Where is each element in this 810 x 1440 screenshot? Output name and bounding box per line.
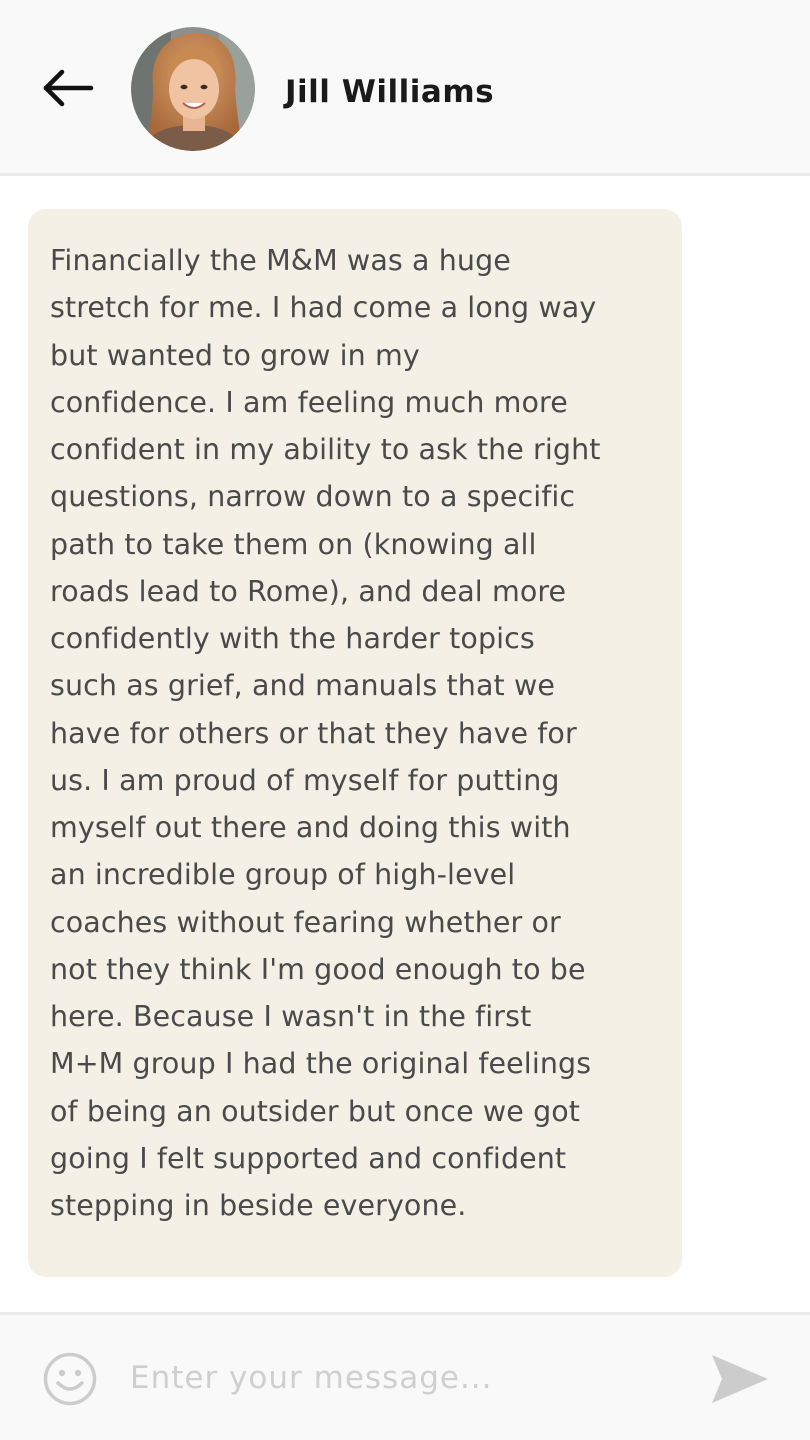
contact-avatar[interactable] [131, 27, 255, 151]
arrow-left-icon [43, 69, 94, 107]
message-composer [0, 1312, 810, 1440]
emoji-button[interactable] [42, 1351, 98, 1407]
message-list[interactable]: Financially the M&M was a huge stretch f… [0, 176, 810, 1312]
contact-avatar-photo [131, 27, 255, 151]
smiley-face-icon [43, 1352, 97, 1406]
chat-header: Jill Williams [0, 0, 810, 176]
send-arrow-icon [712, 1355, 768, 1403]
message-text: Financially the M&M was a huge stretch f… [50, 244, 601, 1222]
contact-name[interactable]: Jill Williams [285, 70, 494, 114]
back-button[interactable] [38, 64, 98, 114]
chat-screen: Jill Williams Financially the M&M was a … [0, 0, 810, 1440]
send-button[interactable] [708, 1351, 772, 1407]
message-input[interactable] [130, 1347, 670, 1409]
incoming-message-bubble[interactable]: Financially the M&M was a huge stretch f… [28, 209, 682, 1277]
